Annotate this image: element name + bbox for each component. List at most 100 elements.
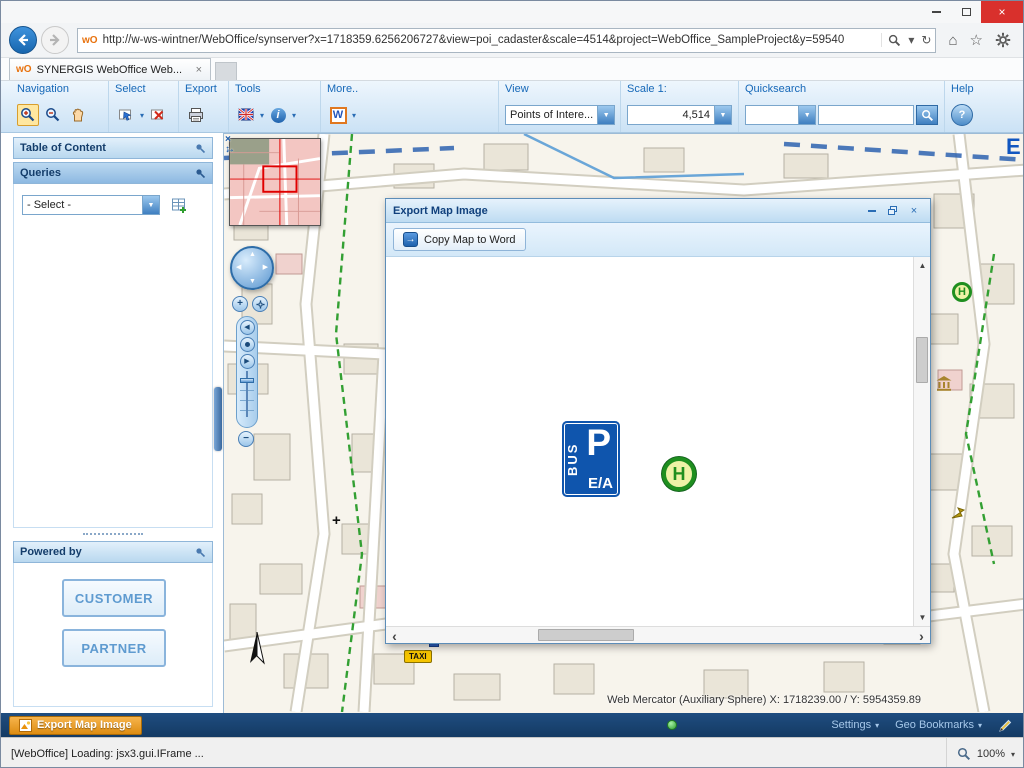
toolbar-section-select: Select ▾ [109,81,179,132]
scale-section-label: Scale 1: [627,83,732,99]
sidebar-collapse-handle[interactable] [214,387,222,451]
query-builder-button[interactable] [168,194,190,216]
redlining-tool-button[interactable] [235,104,257,126]
dialog-close-button[interactable]: × [905,203,923,219]
identify-tool-button[interactable]: i [267,104,289,126]
browser-status-bar: [WebOffice] Loading: jsx3.gui.IFrame ...… [1,737,1023,768]
query-select-value: - Select - [23,196,142,214]
settings-gear-icon[interactable] [995,32,1011,48]
poi-arrow-marker-icon [950,504,966,520]
plus-icon: + [237,299,243,309]
tools-dropdown-icon[interactable]: ▾ [260,111,264,120]
pan-left-icon[interactable]: ◀ [236,263,241,271]
refresh-icon[interactable]: ↻ [921,33,931,47]
window-close-button[interactable]: × [981,1,1023,23]
geo-bookmarks-menu[interactable]: Geo Bookmarks ▾ [895,719,982,731]
customer-label: CUSTOMER [75,591,153,606]
queries-header[interactable]: Queries [13,162,213,184]
horizontal-scroll-thumb[interactable] [538,629,634,641]
clear-selection-button[interactable] [147,104,169,126]
scale-combobox[interactable]: 4,514 ▼ [627,105,732,125]
nav-options-button[interactable] [252,296,268,312]
table-of-content-header[interactable]: Table of Content [13,137,213,159]
pan-right-icon[interactable]: ▶ [263,263,268,271]
scroll-left-icon[interactable]: ‹ [386,627,403,644]
address-dropdown-icon[interactable]: ▾ [908,33,914,47]
customer-link[interactable]: CUSTOMER [62,579,166,617]
copy-arrow-icon: → [403,232,418,247]
overview-map[interactable] [229,138,321,226]
full-extent-button[interactable] [240,337,255,352]
dialog-horizontal-scrollbar[interactable]: ‹ › [386,626,930,643]
identify-dropdown-icon[interactable]: ▾ [292,111,296,120]
zoom-control[interactable]: 100% ▾ [946,738,1015,768]
pan-down-icon[interactable]: ▼ [249,278,256,285]
queries-panel: - Select - ▼ [13,184,213,528]
pan-rosette[interactable]: ▲ ▼ ◀ ▶ [230,246,274,290]
zoom-dropdown-icon[interactable]: ▾ [1011,750,1015,759]
redline-pencil-icon[interactable] [998,718,1013,733]
quicksearch-input[interactable] [818,105,914,125]
print-button[interactable] [185,104,207,126]
select-dropdown-icon[interactable]: ▾ [140,111,144,120]
settings-menu[interactable]: Settings ▾ [831,719,879,731]
next-extent-button[interactable]: ▶ [240,354,255,369]
select-features-button[interactable] [115,104,137,126]
zoom-in-tool-button[interactable] [17,104,39,126]
url-text[interactable]: http://w-ws-wintner/WebOffice/synserver?… [103,34,882,46]
question-icon: ? [959,109,966,121]
partner-link[interactable]: PARTNER [62,629,166,667]
window-titlebar[interactable]: × [1,1,1023,23]
new-tab-button[interactable] [215,62,237,80]
copy-map-to-word-button[interactable]: → Copy Map to Word [393,228,526,251]
zoom-in-button[interactable]: + [232,296,248,312]
help-button[interactable]: ? [951,104,973,126]
zoom-out-button[interactable]: − [238,431,254,447]
pan-tool-button[interactable] [67,104,89,126]
view-combobox[interactable]: Points of Intere... ▼ [505,105,615,125]
scroll-down-icon[interactable]: ▼ [914,609,931,626]
toolbar-section-more: More.. W ▾ [321,81,499,132]
pin-icon[interactable] [195,143,206,154]
dialog-restore-button[interactable] [884,203,902,219]
export-preview-area[interactable]: BUS P E/A H [386,257,913,626]
overview-move-icon[interactable]: ↔ ↕ [225,145,237,156]
pin-icon[interactable] [195,168,206,179]
tab-favicon: wO [16,64,32,75]
dialog-titlebar[interactable]: Export Map Image × [386,199,930,223]
query-select-dropdown-icon[interactable]: ▼ [142,196,159,214]
address-bar[interactable]: wO http://w-ws-wintner/WebOffice/synserv… [77,28,936,53]
favorites-star-icon[interactable]: ☆ [970,31,983,49]
scroll-right-icon[interactable]: › [913,627,930,644]
quicksearch-category-dropdown-icon[interactable]: ▼ [798,106,815,124]
export-map-image-task-button[interactable]: Export Map Image [9,716,142,735]
window-minimize-button[interactable] [921,1,951,23]
search-icon[interactable] [888,34,901,47]
zoom-slider-thumb[interactable] [240,378,254,383]
query-select-combobox[interactable]: - Select - ▼ [22,195,160,215]
quicksearch-button[interactable] [916,105,938,125]
quicksearch-category-combobox[interactable]: ▼ [745,105,816,125]
scroll-up-icon[interactable]: ▲ [914,257,931,274]
browser-forward-button[interactable] [41,26,69,54]
scale-combobox-dropdown-icon[interactable]: ▼ [714,106,731,124]
window-maximize-button[interactable] [951,1,981,23]
sidebar-splitter[interactable] [83,533,143,535]
move-vertical-icon: ↕ [225,145,230,155]
dialog-minimize-button[interactable] [863,203,881,219]
powered-by-header[interactable]: Powered by [13,541,213,563]
previous-extent-button[interactable]: ◀ [240,320,255,335]
browser-tab[interactable]: wO SYNERGIS WebOffice Web... × [9,58,211,80]
dialog-vertical-scrollbar[interactable]: ▲ ▼ [913,257,930,626]
zoom-out-tool-button[interactable] [42,104,64,126]
pan-up-icon[interactable]: ▲ [249,251,256,258]
view-combobox-dropdown-icon[interactable]: ▼ [597,106,614,124]
word-export-button[interactable]: W [327,104,349,126]
home-icon[interactable]: ⌂ [948,32,957,49]
zoom-slider[interactable] [240,371,254,417]
tab-close-icon[interactable]: × [194,64,204,76]
browser-back-button[interactable] [9,26,37,54]
vertical-scroll-thumb[interactable] [916,337,928,383]
more-dropdown-icon[interactable]: ▾ [352,111,356,120]
pin-icon[interactable] [195,547,206,558]
